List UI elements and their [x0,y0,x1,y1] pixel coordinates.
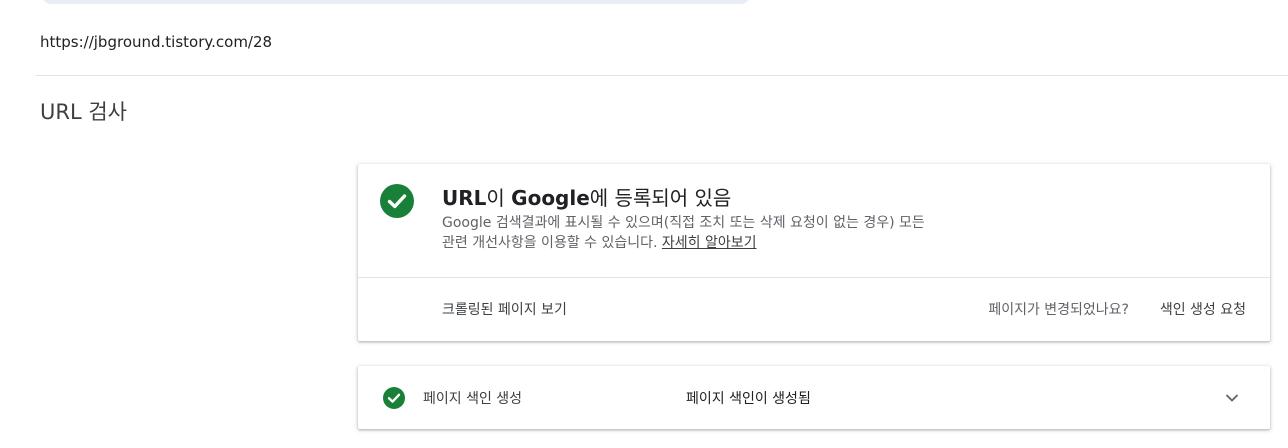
chevron-down-icon[interactable] [1222,388,1242,408]
inspected-url: https://jbground.tistory.com/28 [40,33,273,51]
page-changed-question: 페이지가 변경되었나요? [988,302,1129,318]
check-circle-icon [380,184,414,218]
status-description-line2: 관련 개선사항을 이용할 수 있습니다. [442,235,658,251]
page-title: URL 검사 [40,100,127,124]
index-status-card: URL이 Google에 등록되어 있음 Google 검색결과에 표시될 수 … [358,164,1270,341]
view-crawled-page-button[interactable]: 크롤링된 페이지 보기 [442,299,567,319]
status-description: Google 검색결과에 표시될 수 있으며(직접 조치 또는 삭제 요청이 없… [442,213,1042,253]
request-indexing-button[interactable]: 색인 생성 요청 [1160,299,1246,319]
url-inspection-page: https://jbground.tistory.com/28 URL 검사 U… [0,0,1288,448]
check-circle-icon [383,387,405,409]
indexing-value: 페이지 색인이 생성됨 [686,391,811,407]
status-title-url: URL [442,186,487,210]
status-title-brand: Google [511,186,590,210]
card-divider [358,277,1270,278]
search-bar[interactable] [42,0,750,4]
page-indexing-card[interactable]: 페이지 색인 생성 페이지 색인이 생성됨 [358,366,1270,429]
status-title: URL이 Google에 등록되어 있음 [442,182,731,211]
learn-more-link[interactable]: 자세히 알아보기 [662,235,757,251]
status-title-particle: 이 [486,186,512,210]
status-description-line1: Google 검색결과에 표시될 수 있으며(직접 조치 또는 삭제 요청이 없… [442,215,925,231]
header-divider [36,75,1288,76]
indexing-label: 페이지 색인 생성 [423,391,523,407]
status-description-line2-wrap: 관련 개선사항을 이용할 수 있습니다. 자세히 알아보기 [442,233,1042,253]
status-title-suffix: 에 등록되어 있음 [589,186,732,210]
